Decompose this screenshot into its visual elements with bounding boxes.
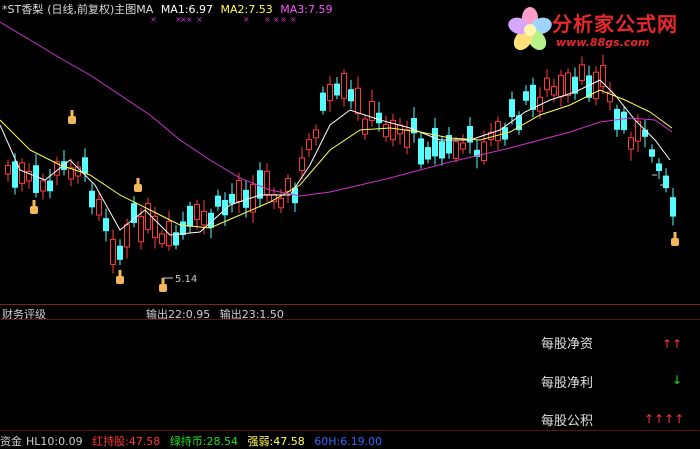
candle-body [285, 177, 291, 192]
candle-body [138, 216, 144, 243]
candle-body [278, 197, 284, 209]
candle-body [12, 161, 18, 188]
candle-body [313, 129, 319, 139]
footer-green-cash: 绿持币:28.54 [169, 435, 239, 448]
low-price-label: 5.14 [175, 274, 197, 285]
candle-body [453, 141, 459, 159]
candle-body [383, 124, 389, 138]
candle-body [649, 149, 655, 157]
candle-body [348, 89, 354, 102]
footer-red-hold: 红持股:47.58 [92, 435, 161, 448]
footer-hl10: HL10:0.09 [26, 435, 83, 448]
candle-body [432, 127, 438, 157]
indicator-label: 主图MA [114, 3, 154, 16]
candle-body [124, 224, 130, 248]
row-label-reserve: 每股公积 [541, 414, 594, 429]
candle-body [418, 138, 424, 165]
hand-pointer-icon [116, 270, 124, 284]
candle-body [544, 77, 550, 91]
candle-body [558, 74, 564, 98]
candle-body [327, 84, 333, 102]
candle-body [362, 118, 368, 135]
candle-body [103, 218, 109, 232]
logo-name: 分析家公式网 [552, 12, 678, 36]
candle-body [341, 73, 347, 99]
hand-pointer-icon [671, 232, 679, 246]
candle-body [82, 157, 88, 174]
candle-body [642, 129, 648, 137]
row-label-eps: 每股净利 [541, 376, 594, 391]
candle-body [47, 180, 53, 192]
candle-body [523, 91, 529, 101]
candle-body [460, 142, 466, 150]
candle-body [236, 180, 242, 202]
candle-body [663, 175, 669, 189]
candle-body [89, 190, 95, 208]
candle-body [306, 139, 312, 151]
candle-body [33, 165, 39, 193]
hand-pointer-icon [159, 278, 167, 292]
ma3-value: MA3:7.59 [280, 3, 333, 16]
hand-pointer-icon [134, 178, 142, 192]
candle-body [187, 205, 193, 227]
arrow-up-icon: ↑↑↑↑ [644, 412, 685, 426]
candle-body [439, 141, 445, 159]
candle-body [509, 99, 515, 118]
candle-body [593, 71, 599, 100]
hand-pointer-icon [30, 200, 38, 214]
candle-body [264, 170, 270, 195]
panel-header-line [0, 319, 700, 320]
candle-body [621, 111, 627, 131]
stock-name: *ST香梨 [2, 3, 44, 16]
candle-body [96, 198, 102, 216]
chart-header: *ST香梨 (日线,前复权)主图MA MA1:6.97 MA2:7.53 MA3:… [2, 1, 336, 17]
logo-url: www.88gs.com [556, 36, 650, 49]
candle-body [404, 129, 410, 148]
candle-body [201, 210, 207, 226]
candle-body [194, 203, 200, 221]
candle-body [110, 238, 116, 265]
candle-body [376, 112, 382, 124]
footer-divider [0, 430, 700, 431]
candle-body [670, 197, 676, 217]
footer-60h: 60H:6.19.00 [314, 435, 383, 448]
panel-divider [0, 304, 700, 305]
candle-body [257, 170, 263, 199]
candle-body [334, 83, 340, 96]
candle-body [628, 137, 634, 150]
footer-fund: 资金 [0, 435, 22, 448]
arrow-down-icon: ↓ [672, 373, 683, 387]
ma2-value: MA2:7.53 [220, 3, 273, 16]
arrow-up-icon: ↑↑ [662, 337, 683, 351]
candle-body [656, 163, 662, 171]
period-label: (日线,前复权) [47, 3, 115, 16]
candle-body [117, 245, 123, 260]
candle-body [180, 221, 186, 236]
candle-body [159, 233, 165, 245]
flower-logo-icon [508, 7, 552, 51]
candle-body [425, 147, 431, 160]
candle-body [5, 164, 11, 175]
row-label-net-assets: 每股净资 [541, 337, 594, 352]
candle-body [355, 87, 361, 115]
candle-body [19, 162, 25, 184]
footer-strength: 强弱:47.58 [247, 435, 305, 448]
kline-chart[interactable]: × ×× × × × × × × ×5.14 [0, 0, 700, 446]
candle-body [145, 203, 151, 230]
footer-indicators: 资金 HL10:0.09 红持股:47.58 绿持币:28.54 强弱:47.58… [0, 433, 388, 449]
candle-body [40, 180, 46, 192]
candle-body [579, 64, 585, 82]
candle-body [215, 195, 221, 207]
brand-logo: 分析家公式网 www.88gs.com [508, 6, 692, 58]
candle-body [299, 157, 305, 172]
candle-body [530, 84, 536, 110]
candle-body [320, 92, 326, 111]
candle-body [551, 86, 557, 96]
ma1-value: MA1:6.97 [160, 3, 214, 16]
candle-body [565, 72, 571, 97]
hand-pointer-icon [68, 110, 76, 124]
candle-body [229, 193, 235, 204]
candle-body [481, 141, 487, 162]
